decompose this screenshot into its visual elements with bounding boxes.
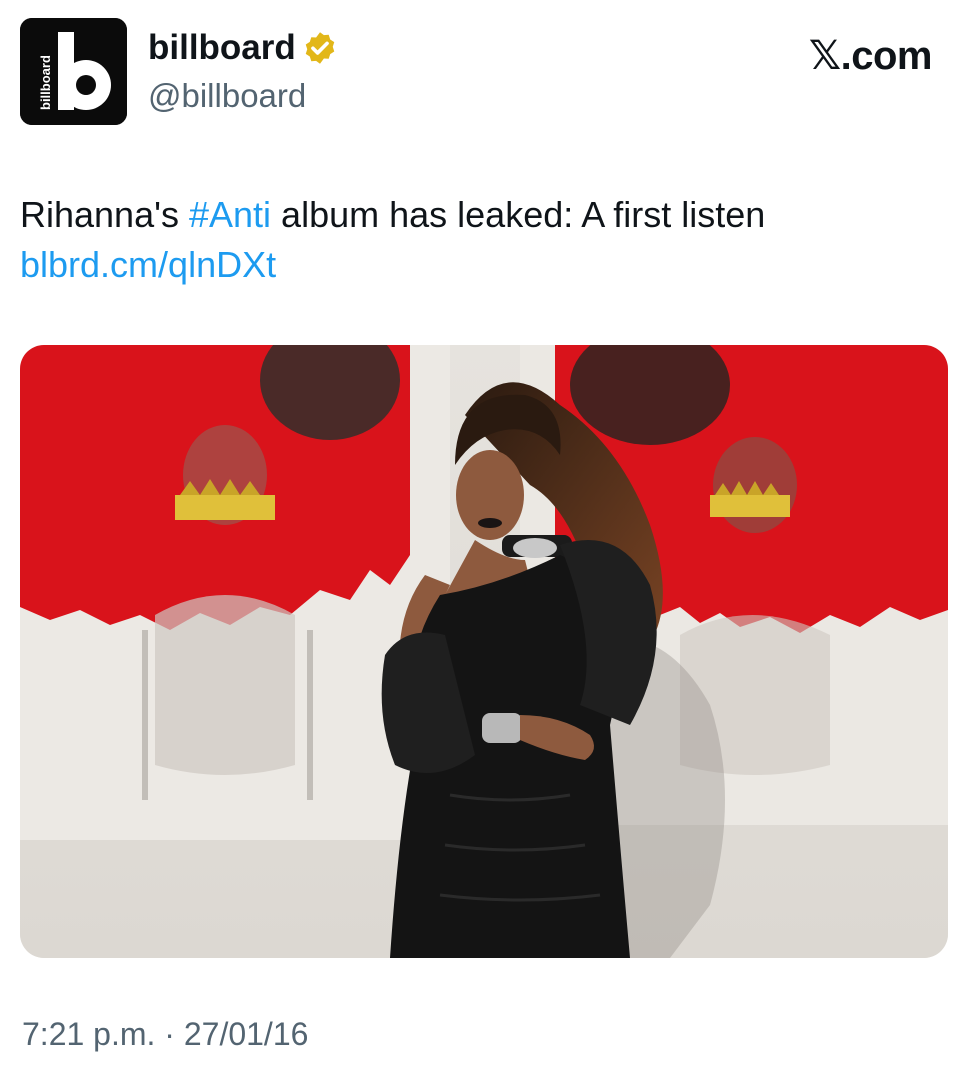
tweet-text-after: album has leaked: A first listen [271,194,766,235]
tweet-text-before: Rihanna's [20,194,189,235]
avatar[interactable]: billboard [20,18,127,125]
display-name[interactable]: billboard [148,26,296,70]
avatar-wordmark: billboard [38,55,53,110]
account-handle[interactable]: @billboard [148,75,306,117]
tweet-text: Rihanna's #Anti album has leaked: A firs… [20,190,938,290]
article-link[interactable]: blbrd.cm/qlnDXt [20,240,938,290]
display-name-row[interactable]: billboard [148,26,338,70]
hashtag-link[interactable]: #Anti [189,194,271,235]
tweet-photo[interactable] [20,345,948,958]
verified-badge-icon[interactable] [302,30,338,66]
billboard-logo-icon: billboard [20,18,127,125]
site-label: 𝕏.com [808,34,933,78]
tweet-timestamp[interactable]: 7:21 p.m. · 27/01/16 [22,1013,308,1055]
photo-image-icon [20,345,948,958]
